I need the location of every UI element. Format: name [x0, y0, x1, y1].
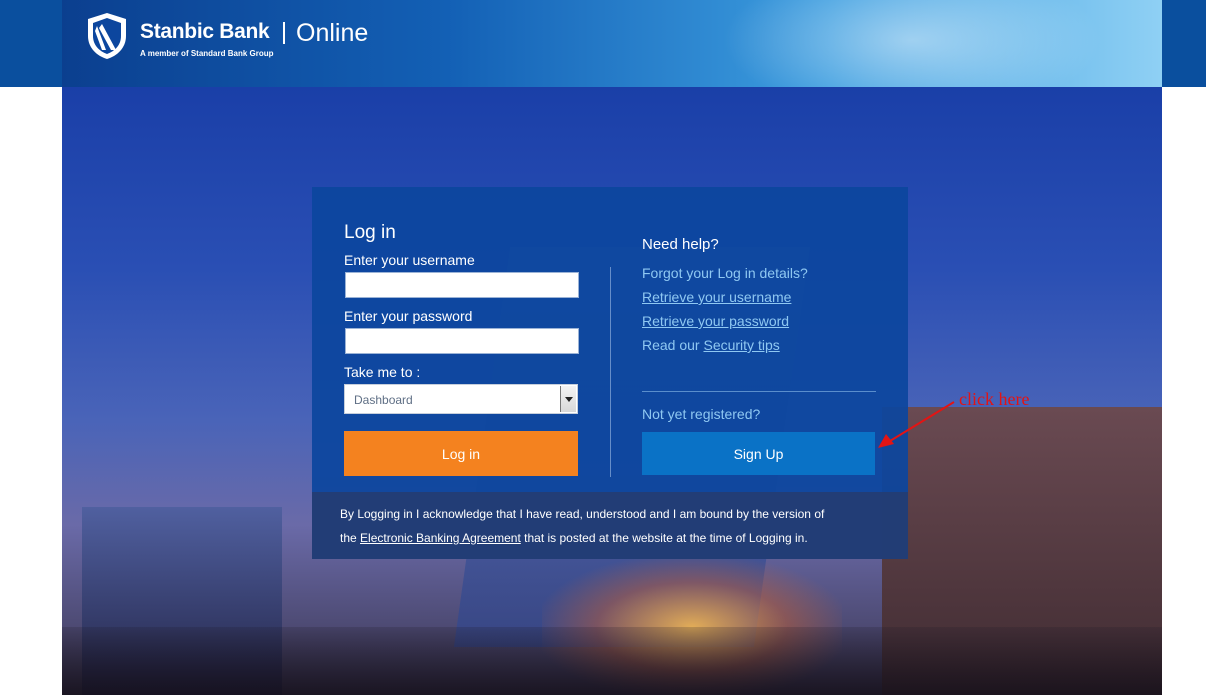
vertical-divider [610, 267, 611, 477]
username-input[interactable] [345, 272, 579, 298]
electronic-banking-agreement-link[interactable]: Electronic Banking Agreement [360, 531, 521, 545]
security-tips-link[interactable]: Security tips [703, 337, 779, 353]
take-me-to-select[interactable]: Dashboard [344, 384, 578, 414]
brand-separator [283, 22, 285, 44]
terms-line-2-prefix: the [340, 531, 357, 545]
brand-product: Online [296, 19, 369, 47]
help-title: Need help? [642, 236, 719, 253]
horizontal-divider [642, 391, 876, 392]
login-button[interactable]: Log in [344, 431, 578, 476]
retrieve-username-link[interactable]: Retrieve your username [642, 289, 791, 305]
not-registered-text: Not yet registered? [642, 406, 761, 422]
password-label: Enter your password [344, 308, 473, 324]
signup-button[interactable]: Sign Up [642, 432, 875, 475]
background-street [62, 627, 1162, 695]
login-title: Log in [344, 222, 396, 243]
security-prefix: Read our [642, 337, 700, 353]
terms-line-2-suffix: that is posted at the website at the tim… [524, 531, 808, 545]
shield-logo-icon [88, 13, 126, 59]
dropdown-arrow-icon[interactable] [560, 386, 576, 412]
retrieve-password-link[interactable]: Retrieve your password [642, 313, 789, 329]
brand-tagline: A member of Standard Bank Group [140, 49, 274, 58]
take-me-to-value: Dashboard [354, 393, 413, 407]
annotation-arrow-icon [878, 401, 955, 448]
password-input[interactable] [345, 328, 579, 354]
forgot-details-link[interactable]: Forgot your Log in details? [642, 265, 808, 281]
header: Stanbic Bank A member of Standard Bank G… [62, 0, 1162, 87]
username-label: Enter your username [344, 252, 475, 268]
terms-line-1: By Logging in I acknowledge that I have … [340, 507, 825, 521]
terms-footer: By Logging in I acknowledge that I have … [312, 492, 908, 559]
take-me-to-label: Take me to : [344, 364, 421, 380]
click-here-annotation: click here [959, 389, 1030, 409]
login-panel: Log in Enter your username Enter your pa… [312, 187, 908, 559]
brand-name: Stanbic Bank [140, 20, 270, 43]
